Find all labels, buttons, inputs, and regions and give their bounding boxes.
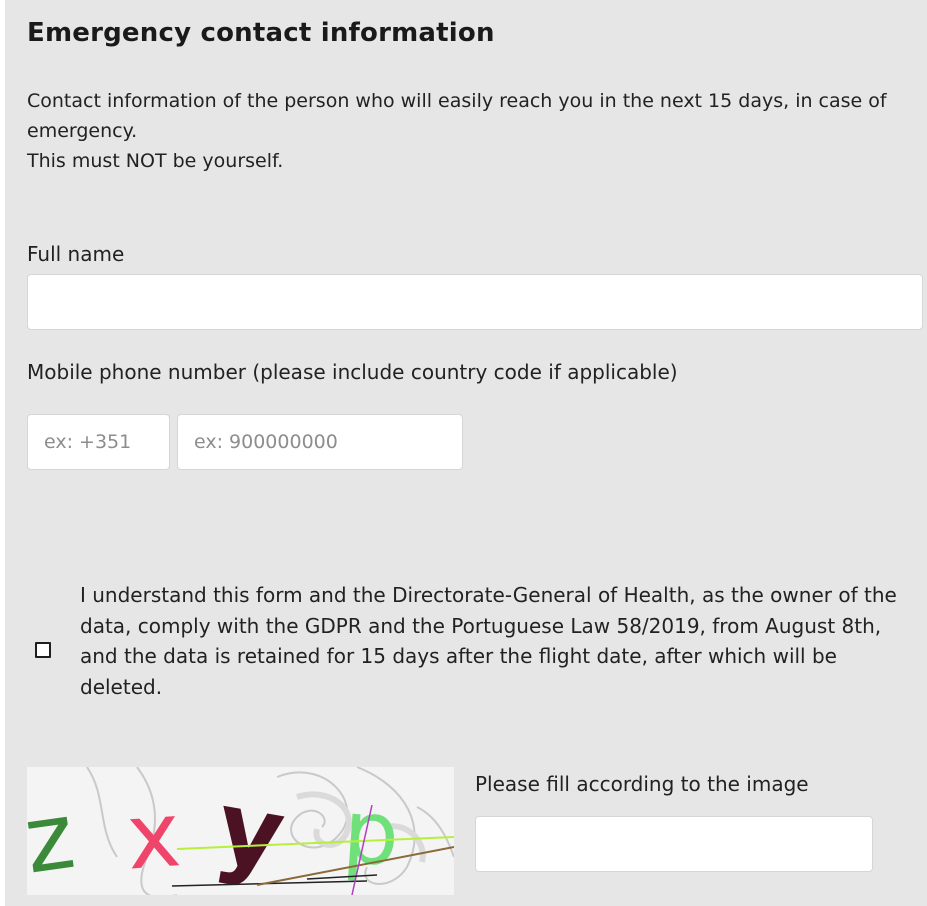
captcha-char-4: p xyxy=(340,779,403,886)
consent-text: I understand this form and the Directora… xyxy=(80,583,897,699)
description-warning: This must NOT be yourself. xyxy=(27,150,284,172)
description-text: Contact information of the person who wi… xyxy=(27,90,887,142)
section-description: Contact information of the person who wi… xyxy=(27,86,917,176)
consent-checkbox[interactable] xyxy=(35,642,51,658)
captcha-input[interactable] xyxy=(475,816,873,872)
captcha-image: z x y p xyxy=(27,767,454,895)
full-name-label: Full name xyxy=(27,242,125,266)
country-code-input[interactable] xyxy=(27,414,170,470)
phone-number-input[interactable] xyxy=(177,414,463,470)
section-title: Emergency contact information xyxy=(27,18,495,48)
mobile-phone-label: Mobile phone number (please include coun… xyxy=(27,360,678,384)
captcha-char-2: x xyxy=(123,782,183,890)
captcha-label: Please fill according to the image xyxy=(475,772,809,796)
emergency-contact-panel: Emergency contact information Contact in… xyxy=(5,0,927,906)
full-name-input[interactable] xyxy=(27,274,923,330)
